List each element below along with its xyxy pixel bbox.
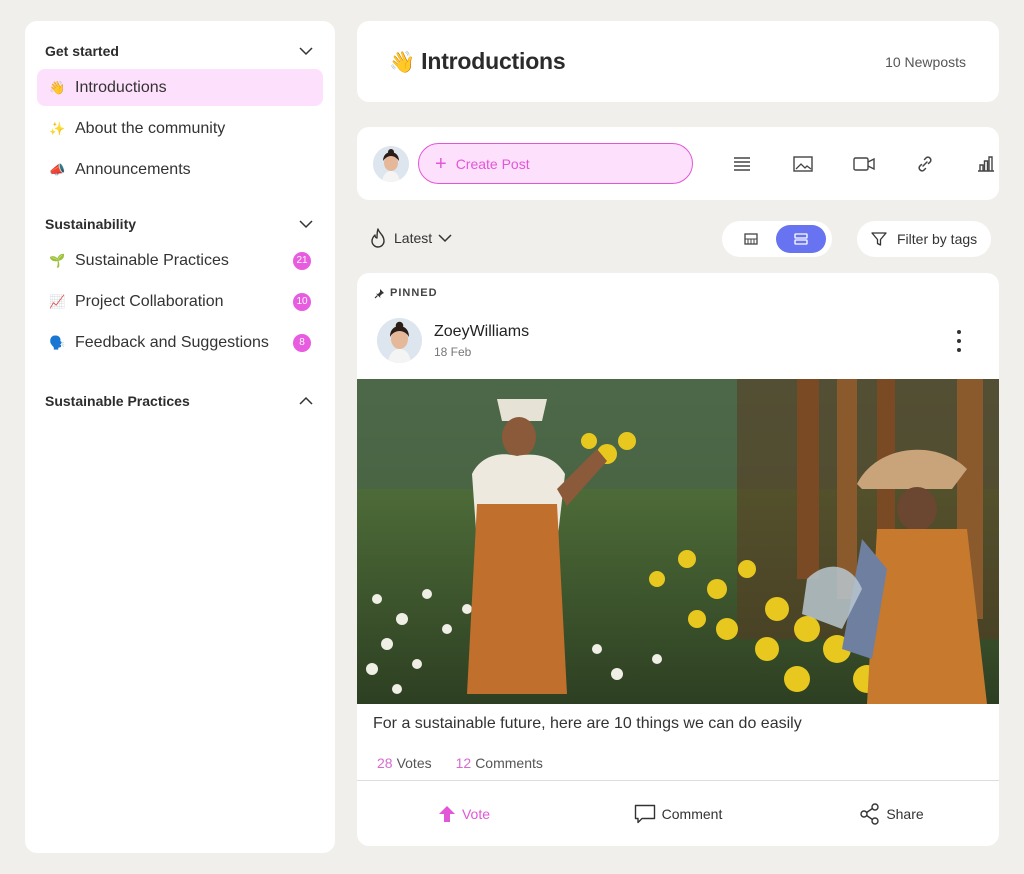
share-label: Share [886,805,924,822]
chevron-down-icon [299,47,313,56]
video-icon[interactable] [852,152,876,176]
chevron-down-icon [299,220,313,229]
comment-label: Comment [661,805,723,822]
sidebar-item-introductions[interactable]: 👋 Introductions [37,69,323,106]
link-icon[interactable] [913,152,937,176]
megaphone-icon: 📣 [49,161,66,177]
avatar[interactable] [377,318,422,363]
arrow-up-icon [438,805,455,822]
view-toggle [722,221,832,257]
comments-count[interactable]: 12 Comments [456,755,543,771]
sidebar-item-label: Announcements [75,160,191,178]
sidebar: Get started 👋 Introductions ✨ About the … [25,21,335,853]
count-badge: 21 [293,251,311,270]
post-author[interactable]: ZoeyWilliams 18 Feb [377,318,529,363]
sort-label: Latest [394,230,433,246]
wave-icon: 👋 [389,51,415,74]
count-badge: 10 [293,292,311,311]
create-post-button[interactable]: + Create Post [418,143,693,184]
section-title: Sustainable Practices [45,393,190,409]
speaking-head-icon: 🗣️ [49,334,66,350]
votes-count[interactable]: 28 Votes [377,755,432,771]
sidebar-item-label: Feedback and Suggestions [75,333,269,351]
pinned-text: PINNED [390,287,438,299]
author-meta: ZoeyWilliams 18 Feb [434,323,529,359]
new-posts-count: 10 Newposts [885,53,966,70]
poll-icon[interactable] [974,152,998,176]
sidebar-item-label: Introductions [75,78,167,96]
more-options-icon[interactable] [949,330,969,352]
grid-view-icon [744,233,758,245]
grid-view-button[interactable] [726,225,776,253]
vote-button[interactable]: Vote [357,781,571,846]
sidebar-item-about-community[interactable]: ✨ About the community [37,110,323,147]
chart-increasing-icon: 📈 [49,293,66,309]
section-header-get-started[interactable]: Get started [25,33,335,69]
chevron-down-icon [438,234,452,243]
sidebar-item-label: Project Collaboration [75,292,224,310]
sidebar-item-sustainable-practices[interactable]: 🌱 Sustainable Practices 21 [37,242,323,279]
comments-label: Comments [475,755,543,771]
count-badge: 8 [293,333,311,352]
comment-button[interactable]: Comment [571,781,785,846]
sparkles-icon: ✨ [49,120,66,136]
comment-icon [634,804,655,823]
list-view-icon [794,233,808,245]
section-title: Sustainability [45,216,137,232]
filter-by-tags-button[interactable]: Filter by tags [857,221,991,257]
sidebar-item-feedback-suggestions[interactable]: 🗣️ Feedback and Suggestions 8 [37,324,323,361]
section-header-sustainable-practices[interactable]: Sustainable Practices [25,383,335,419]
post-date: 18 Feb [434,344,472,359]
page-title: 👋 Introductions [389,48,566,75]
list-view-button[interactable] [776,225,826,253]
section-header-sustainability[interactable]: Sustainability [25,206,335,242]
sort-dropdown[interactable]: Latest [368,227,452,249]
sidebar-item-announcements[interactable]: 📣 Announcements [37,151,323,188]
post-image[interactable] [357,379,999,704]
pinned-label: PINNED [374,287,438,299]
seedling-icon: 🌱 [49,252,66,268]
channel-header: 👋 Introductions 10 Newposts [357,21,999,102]
image-icon[interactable] [791,152,815,176]
section-title: Get started [45,43,119,59]
share-button[interactable]: Share [785,781,999,846]
votes-label: Votes [396,755,432,771]
post-actions: Vote Comment Share [357,781,999,846]
text-icon[interactable] [730,152,754,176]
comments-number: 12 [455,755,472,771]
share-icon [860,802,880,825]
plus-icon: + [435,152,447,175]
page-title-text: Introductions [421,48,566,74]
chevron-up-icon [299,396,313,405]
create-post-label: Create Post [455,155,530,172]
filter-label: Filter by tags [897,231,978,247]
post-card: PINNED ZoeyWilliams 18 Feb For a sustain… [357,273,999,846]
author-name[interactable]: ZoeyWilliams [434,323,529,341]
sidebar-item-label: Sustainable Practices [75,251,229,269]
votes-number: 28 [377,755,393,771]
flame-icon [371,228,385,248]
post-composer: + Create Post [357,127,999,200]
post-stats: 28 Votes 12 Comments [377,755,567,771]
wave-icon: 👋 [49,79,66,95]
sidebar-item-project-collaboration[interactable]: 📈 Project Collaboration 10 [37,283,323,320]
vote-label: Vote [461,805,491,822]
post-caption: For a sustainable future, here are 10 th… [373,715,802,732]
avatar[interactable] [373,145,409,182]
filter-icon [871,232,887,246]
sidebar-item-label: About the community [75,119,226,137]
pin-icon [374,288,384,298]
